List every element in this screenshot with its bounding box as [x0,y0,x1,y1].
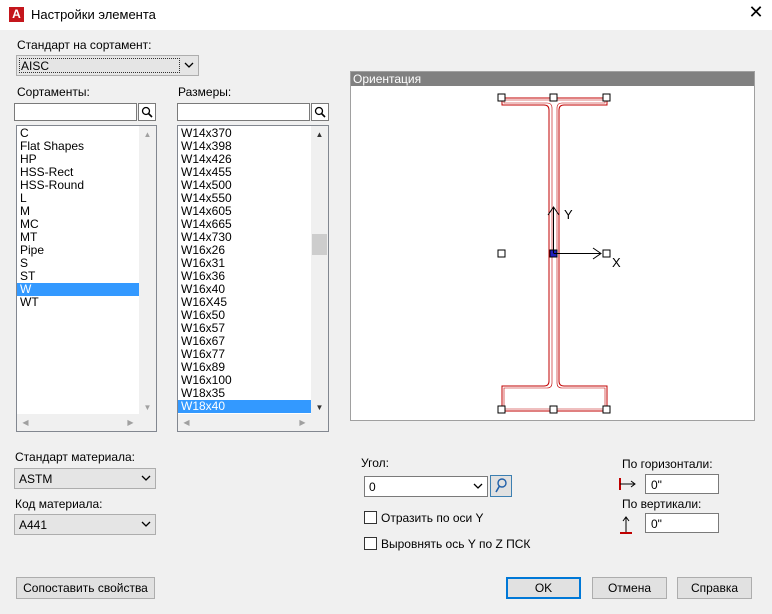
list-item[interactable]: Pipe [17,244,139,257]
horizontal-offset-icon [619,478,636,490]
pick-angle-button[interactable] [490,475,512,497]
grip-middle-right[interactable] [602,249,611,258]
title-bar: A Настройки элемента ✕ [0,0,772,30]
mirror-y-checkbox[interactable] [364,511,377,524]
chevron-down-icon [141,521,151,527]
sizes-search-button[interactable] [311,103,329,121]
standard-label: Стандарт на сортамент: [17,38,152,52]
grip-bottom-right[interactable] [602,405,611,414]
grip-top-center[interactable] [549,93,558,102]
align-y-ucs-label[interactable]: Выровнять ось Y по Z ПСК [381,537,530,551]
match-properties-button[interactable]: Сопоставить свойства [16,577,155,599]
horizontal-offset-value: 0" [651,478,662,492]
list-item[interactable]: ST [17,270,139,283]
horizontal-offset-label: По горизонтали: [622,457,713,471]
angle-value: 0 [369,480,376,494]
autocad-logo-icon: A [9,7,24,22]
shapes-vertical-scrollbar[interactable]: ▲ ▼ [139,126,156,416]
list-item[interactable]: L [17,192,139,205]
list-item[interactable]: W18x40 [178,400,311,413]
pick-angle-icon [495,478,507,493]
window-title: Настройки элемента [31,7,156,22]
sizes-label: Размеры: [178,85,232,99]
x-axis-label: X [612,255,621,270]
search-icon [141,106,153,118]
orientation-panel: Ориентация Y X [350,71,755,421]
list-item[interactable]: WT [17,296,139,309]
standard-dropdown[interactable]: AISC [16,55,199,76]
help-button[interactable]: Справка [677,577,752,599]
grip-top-left[interactable] [497,93,506,102]
grip-top-right[interactable] [602,93,611,102]
angle-combobox[interactable]: 0 [364,476,488,497]
chevron-down-icon [141,475,151,481]
scroll-right-icon[interactable]: ▶ [294,414,311,431]
scroll-up-icon[interactable]: ▲ [139,126,156,143]
sizes-horizontal-scrollbar[interactable]: ◀ ▶ [178,414,328,431]
list-item[interactable]: HSS-Round [17,179,139,192]
vertical-offset-icon [620,516,632,534]
vertical-offset-value: 0" [651,517,662,531]
standard-value: AISC [21,59,50,73]
shapes-label: Сортаменты: [17,85,90,99]
sizes-list[interactable]: W14x370 W14x398 W14x426 W14x455 W14x500 W14x5… [177,125,329,432]
scroll-left-icon[interactable]: ◀ [178,414,195,431]
grip-bottom-center[interactable] [549,405,558,414]
shapes-search-input[interactable] [14,103,137,121]
scroll-right-icon[interactable]: ▶ [122,414,139,431]
y-axis-label: Y [564,207,573,222]
sizes-vertical-scrollbar[interactable]: ▲ ▼ [311,126,328,416]
material-code-value: A441 [19,518,48,532]
chevron-down-icon [184,62,194,68]
mirror-y-label[interactable]: Отразить по оси Y [381,511,484,525]
vertical-offset-label: По вертикали: [622,497,702,511]
shapes-horizontal-scrollbar[interactable]: ◀ ▶ [17,414,156,431]
material-standard-label: Стандарт материала: [15,450,135,464]
material-code-dropdown[interactable]: A441 [14,514,156,535]
scroll-thumb[interactable] [312,234,327,255]
material-standard-value: ASTM [19,472,53,486]
shapes-search-button[interactable] [138,103,156,121]
i-beam-preview[interactable]: Y X [351,72,756,422]
material-standard-dropdown[interactable]: ASTM [14,468,156,489]
list-item[interactable]: S [17,257,139,270]
sizes-items: W14x370 W14x398 W14x426 W14x455 W14x500 W14x5… [178,127,311,413]
align-y-ucs-checkbox[interactable] [364,537,377,550]
grip-middle-left[interactable] [497,249,506,258]
close-icon[interactable]: ✕ [747,2,765,23]
scroll-up-icon[interactable]: ▲ [311,126,328,143]
horizontal-offset-input[interactable]: 0" [645,474,719,494]
grip-bottom-left[interactable] [497,405,506,414]
scroll-left-icon[interactable]: ◀ [17,414,34,431]
shapes-items: C Flat Shapes HP HSS-Rect HSS-Round L M MC MT Pip… [17,127,139,309]
ok-button[interactable]: OK [506,577,581,599]
material-code-label: Код материала: [15,497,103,511]
cancel-button[interactable]: Отмена [592,577,667,599]
angle-label: Угол: [361,456,389,470]
sizes-search-input[interactable] [177,103,310,121]
search-icon [314,106,326,118]
vertical-offset-input[interactable]: 0" [645,513,719,533]
chevron-down-icon [473,483,483,489]
shapes-list[interactable]: C Flat Shapes HP HSS-Rect HSS-Round L M MC MT Pip… [16,125,157,432]
